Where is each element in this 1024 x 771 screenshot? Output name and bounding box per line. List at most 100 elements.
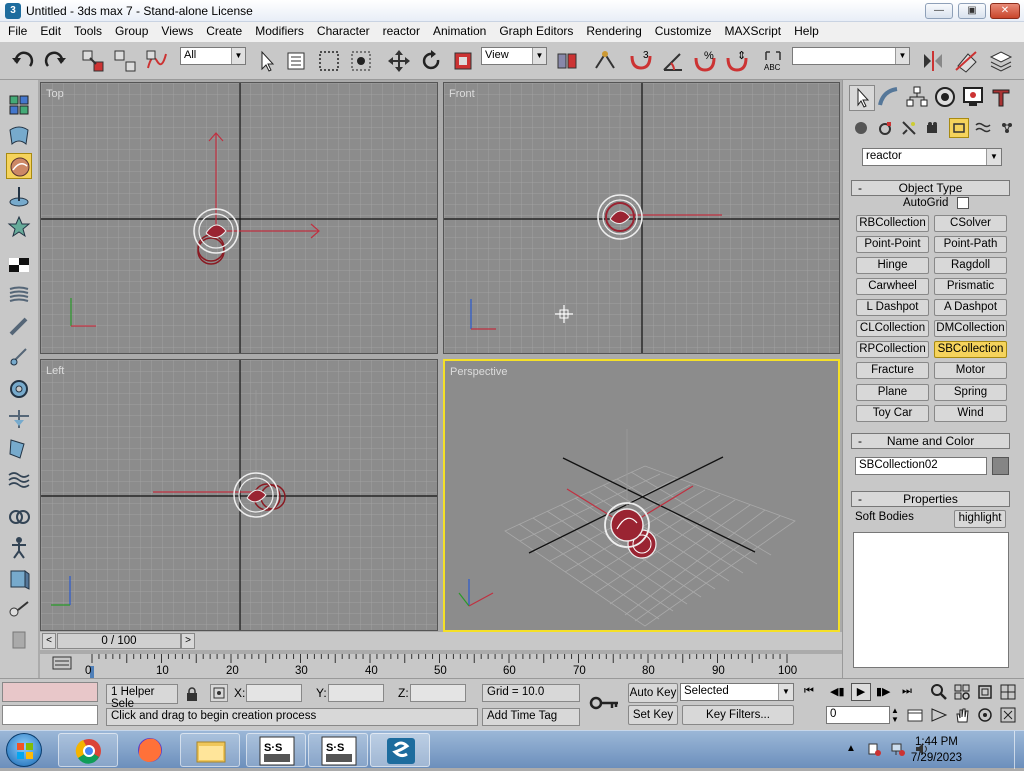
viewport-label-top[interactable]: Top xyxy=(46,88,64,100)
key-mode-dropdown[interactable]: Selected ▼ xyxy=(680,683,794,701)
viewport-label-perspective[interactable]: Perspective xyxy=(450,366,507,378)
zoom-extents-all-icon[interactable] xyxy=(999,683,1017,701)
l-dashpot-button[interactable]: L Dashpot xyxy=(856,299,929,316)
angle-snap-icon[interactable] xyxy=(660,48,686,74)
z-coordinate-field[interactable] xyxy=(410,684,466,702)
properties-rollout-header[interactable]: - Properties xyxy=(851,491,1010,507)
helpers-icon[interactable] xyxy=(949,118,969,138)
current-frame-field[interactable]: 0 xyxy=(826,706,890,724)
object-color-swatch[interactable] xyxy=(992,457,1009,475)
prismatic-button[interactable]: Prismatic xyxy=(934,278,1007,295)
hinge-icon[interactable] xyxy=(6,344,32,370)
ragdoll-button[interactable]: Ragdoll xyxy=(934,257,1007,274)
menu-create[interactable]: Create xyxy=(206,22,242,38)
bind-space-warp-icon[interactable] xyxy=(144,48,170,74)
show-hidden-icons-icon[interactable]: ▲ xyxy=(846,743,856,754)
maxscript-listener-white[interactable] xyxy=(2,705,98,725)
zoom-extents-icon[interactable] xyxy=(976,683,994,701)
point-path-button[interactable]: Point-Path xyxy=(934,236,1007,253)
viewport-label-front[interactable]: Front xyxy=(449,88,475,100)
menu-views[interactable]: Views xyxy=(161,22,193,38)
undo-icon[interactable] xyxy=(10,48,36,74)
viewport-top[interactable]: Top xyxy=(40,82,438,354)
menu-maxscript[interactable]: MAXScript xyxy=(724,22,781,38)
sas-taskbar-button-2[interactable]: S·S xyxy=(308,733,368,767)
highlight-button[interactable]: highlight xyxy=(954,510,1006,528)
utilities-tab-icon[interactable] xyxy=(989,85,1015,111)
menu-help[interactable]: Help xyxy=(794,22,819,38)
point-point-button[interactable]: Point-Point xyxy=(856,236,929,253)
rigid-body-collection-icon[interactable] xyxy=(6,92,32,118)
play-icon[interactable]: ▶ xyxy=(851,683,871,701)
menu-rendering[interactable]: Rendering xyxy=(586,22,641,38)
fracture-button[interactable]: Fracture xyxy=(856,362,929,379)
curve-editor-icon[interactable] xyxy=(52,656,72,670)
minimize-button[interactable]: — xyxy=(925,3,953,19)
motor-icon[interactable] xyxy=(6,406,32,432)
snaps-toggle-icon[interactable]: 3 xyxy=(628,48,654,74)
sas-taskbar-button-1[interactable]: S·S xyxy=(246,733,306,767)
set-key-button[interactable]: Set Key xyxy=(628,705,678,725)
viewport-label-left[interactable]: Left xyxy=(46,365,64,377)
analyze-world-icon[interactable] xyxy=(6,626,32,652)
toy-car-button[interactable]: Toy Car xyxy=(856,405,929,422)
rectangular-selection-icon[interactable] xyxy=(316,48,342,74)
select-by-name-icon[interactable] xyxy=(284,48,310,74)
spring-button[interactable]: Spring xyxy=(934,384,1007,401)
dashpot-icon[interactable] xyxy=(6,314,32,340)
menu-modifiers[interactable]: Modifiers xyxy=(255,22,304,38)
lock-icon[interactable] xyxy=(186,687,198,701)
menu-file[interactable]: File xyxy=(8,22,27,38)
auto-key-button[interactable]: Auto Key xyxy=(628,683,678,703)
wind-button[interactable]: Wind xyxy=(934,405,1007,422)
preview-animation-icon[interactable] xyxy=(6,596,32,622)
geometry-icon[interactable] xyxy=(853,120,869,136)
redo-icon[interactable] xyxy=(42,48,68,74)
ragdoll-icon[interactable] xyxy=(6,535,32,561)
shapes-icon[interactable] xyxy=(877,120,893,136)
maximize-viewport-icon[interactable] xyxy=(999,706,1017,724)
zoom-icon[interactable] xyxy=(930,683,948,701)
3dsmax-taskbar-button[interactable] xyxy=(370,733,430,767)
y-coordinate-field[interactable] xyxy=(328,684,384,702)
network-icon[interactable] xyxy=(890,741,906,757)
maximize-button[interactable]: ▣ xyxy=(958,3,986,19)
firefox-taskbar-button[interactable] xyxy=(120,733,180,767)
motion-tab-icon[interactable] xyxy=(933,85,959,111)
menu-tools[interactable]: Tools xyxy=(74,22,102,38)
carwheel-button[interactable]: Carwheel xyxy=(856,278,929,295)
space-warps-icon[interactable] xyxy=(975,120,991,136)
menu-reactor[interactable]: reactor xyxy=(383,22,420,38)
percent-snap-icon[interactable]: % xyxy=(692,48,718,74)
previous-frame-icon[interactable]: ◀▮ xyxy=(830,685,848,699)
frame-spinner-icon[interactable]: ▲ ▼ xyxy=(891,706,901,724)
show-desktop-button[interactable] xyxy=(1014,731,1024,769)
edit-named-selection-icon[interactable]: ABC xyxy=(760,48,786,74)
go-to-end-icon[interactable]: ⏭ xyxy=(902,685,920,699)
reference-coord-dropdown[interactable]: View ▼ xyxy=(481,47,547,65)
category-dropdown[interactable]: reactor ▼ xyxy=(862,148,1002,166)
explorer-taskbar-button[interactable] xyxy=(180,733,240,767)
pan-hand-icon[interactable] xyxy=(953,706,971,724)
next-frame-icon[interactable]: ▮▶ xyxy=(876,685,894,699)
window-crossing-icon[interactable] xyxy=(348,48,374,74)
pivot-center-icon[interactable] xyxy=(554,48,580,74)
menu-group[interactable]: Group xyxy=(115,22,148,38)
go-to-start-icon[interactable]: ⏮ xyxy=(804,685,822,699)
move-icon[interactable] xyxy=(386,48,412,74)
a-dashpot-button[interactable]: A Dashpot xyxy=(934,299,1007,316)
start-button[interactable] xyxy=(6,733,42,767)
rotate-icon[interactable] xyxy=(418,48,444,74)
field-of-view-icon[interactable] xyxy=(930,706,948,724)
cloth-collection-icon[interactable] xyxy=(6,122,32,148)
time-slider[interactable]: < 0 / 100 > xyxy=(40,632,842,650)
lights-icon[interactable] xyxy=(901,120,917,136)
name-and-color-rollout-header[interactable]: - Name and Color xyxy=(851,433,1010,449)
select-object-icon[interactable] xyxy=(254,48,280,74)
rope-collection-icon[interactable] xyxy=(6,184,32,210)
spring-icon[interactable] xyxy=(6,283,32,309)
system-clock[interactable]: 1:44 PM 7/29/2023 xyxy=(911,734,962,766)
key-icon[interactable] xyxy=(588,691,622,715)
arc-rotate-icon[interactable] xyxy=(976,706,994,724)
scale-icon[interactable] xyxy=(450,48,476,74)
